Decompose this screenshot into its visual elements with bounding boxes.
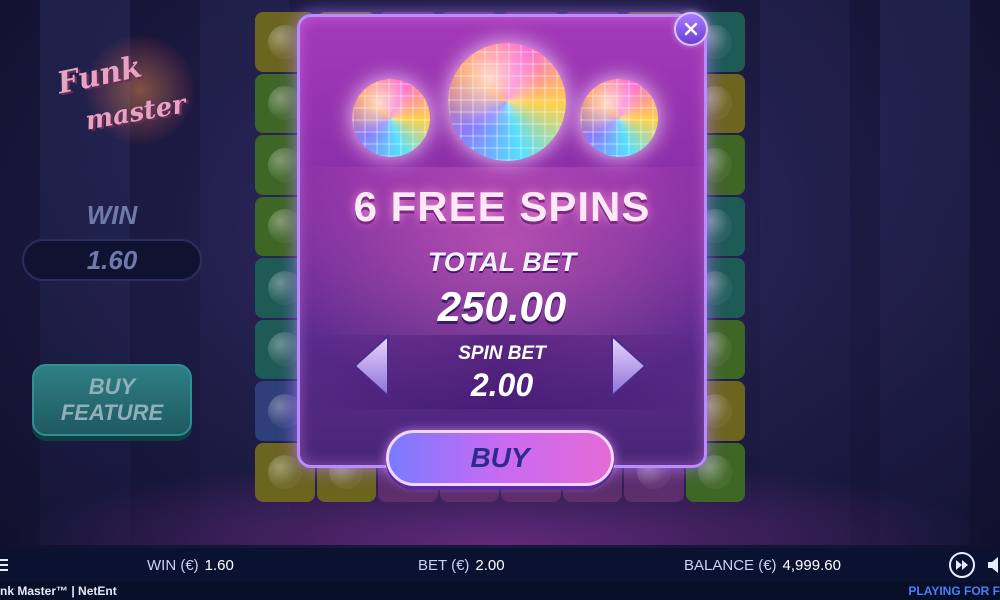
volume-icon[interactable] bbox=[988, 556, 1000, 574]
total-bet-label: TOTAL BET bbox=[427, 247, 577, 277]
win-display: 1.60 bbox=[22, 239, 202, 281]
bottom-bet: BET (€) 2.00 bbox=[418, 557, 505, 574]
disco-ball-icon bbox=[352, 79, 430, 157]
bottom-bet-label: BET (€) bbox=[418, 557, 470, 574]
win-label: WIN bbox=[86, 200, 138, 230]
footer-bar: nk Master™ | NetEnt PLAYING FOR F bbox=[0, 582, 1000, 600]
disco-ball-icon bbox=[580, 79, 658, 157]
close-button[interactable] bbox=[674, 12, 708, 46]
close-icon bbox=[684, 22, 698, 36]
bottom-status-bar: WIN (€) 1.60 BET (€) 2.00 BALANCE (€) 4,999… bbox=[0, 548, 1000, 582]
bottom-win: WIN (€) 1.60 bbox=[147, 557, 234, 574]
disco-ball-icon bbox=[448, 43, 566, 161]
buy-button[interactable]: BUY bbox=[386, 430, 614, 486]
fast-forward-button[interactable] bbox=[949, 552, 975, 578]
bottom-win-value: 1.60 bbox=[204, 557, 234, 574]
play-mode-text: PLAYING FOR F bbox=[908, 584, 1000, 598]
bottom-bet-value: 2.00 bbox=[475, 557, 505, 574]
menu-icon[interactable] bbox=[0, 558, 8, 572]
buy-feature-label-line1: BUY bbox=[88, 374, 136, 399]
buy-button-label: BUY bbox=[470, 442, 530, 473]
free-spins-title: 6 FREE SPINS bbox=[353, 183, 651, 230]
total-bet-value: 250.00 bbox=[437, 283, 567, 330]
game-logo: Funk master bbox=[45, 30, 195, 150]
bottom-balance-value: 4,999.60 bbox=[782, 557, 841, 574]
buy-feature-button[interactable]: BUY FEATURE bbox=[32, 364, 192, 436]
game-provider-text: nk Master™ | NetEnt bbox=[0, 584, 117, 598]
bottom-win-label: WIN (€) bbox=[147, 557, 199, 574]
bottom-balance-label: BALANCE (€) bbox=[684, 557, 777, 574]
buy-feature-label-line2: FEATURE bbox=[60, 400, 164, 425]
free-spins-buy-dialog: 6 FREE SPINS TOTAL BET 250.00 SPIN BET 2… bbox=[297, 14, 707, 468]
increase-bet-button[interactable] bbox=[610, 334, 646, 398]
decrease-bet-button[interactable] bbox=[354, 334, 390, 398]
fast-forward-icon bbox=[956, 560, 968, 570]
bottom-balance: BALANCE (€) 4,999.60 bbox=[684, 557, 841, 574]
